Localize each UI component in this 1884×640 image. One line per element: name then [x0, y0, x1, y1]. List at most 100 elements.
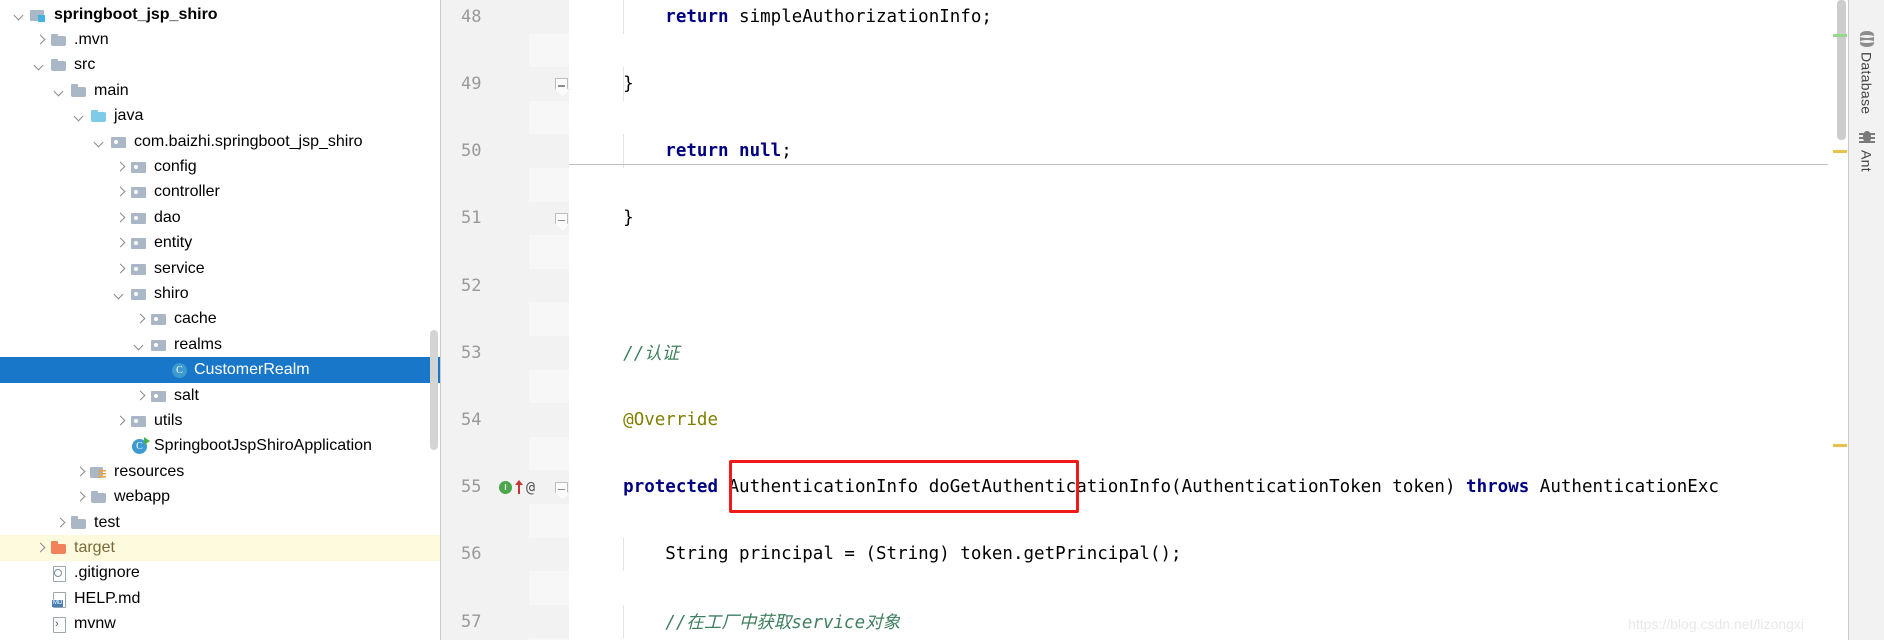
code-token: return — [665, 6, 729, 27]
code-line-52[interactable]: 52 — [441, 268, 1848, 303]
tree-item-utils[interactable]: utils — [0, 408, 440, 433]
tree-item-label: .mvn — [74, 31, 109, 49]
code-token: @Override — [623, 409, 718, 430]
tree-item-gitignore[interactable]: .gitignore — [0, 561, 440, 586]
no-chevron-spacer — [32, 616, 48, 632]
chevron-right-icon[interactable] — [112, 261, 128, 277]
chevron-down-icon[interactable] — [52, 83, 68, 99]
code-text[interactable]: //认证 — [569, 336, 1848, 370]
tree-item-cache[interactable]: cache — [0, 307, 440, 332]
chevron-down-icon[interactable] — [32, 57, 48, 73]
code-text[interactable] — [569, 269, 1848, 303]
code-line-56[interactable]: 56 String principal = (String) token.get… — [441, 537, 1848, 572]
tree-item-test[interactable]: test — [0, 510, 440, 535]
package-icon — [130, 235, 148, 251]
code-text[interactable]: } — [569, 202, 1848, 236]
editor-vertical-scrollbar[interactable] — [1837, 0, 1846, 640]
chevron-right-icon[interactable] — [112, 210, 128, 226]
code-text[interactable]: return simpleAuthorizationInfo; — [569, 0, 1848, 34]
tree-item-config[interactable]: config — [0, 154, 440, 179]
chevron-right-icon[interactable] — [112, 235, 128, 251]
tree-item-service[interactable]: service — [0, 256, 440, 281]
code-line-54[interactable]: 54 @Override — [441, 403, 1848, 437]
project-tree-list[interactable]: springboot_jsp_shiro .mvn src main java com.b… — [0, 2, 440, 640]
tree-item-help-md[interactable]: HELP.md — [0, 586, 440, 611]
code-token: String principal = (String) token.getPri… — [581, 544, 1182, 565]
fold-collapse-icon[interactable] — [555, 78, 569, 90]
no-chevron-spacer — [32, 591, 48, 607]
override-arrow-icon[interactable] — [514, 480, 524, 495]
chevron-right-icon[interactable] — [112, 413, 128, 429]
chevron-down-icon[interactable] — [92, 134, 108, 150]
tree-item-label: .gitignore — [74, 564, 140, 582]
tree-item-salt[interactable]: salt — [0, 383, 440, 408]
tree-item-controller[interactable]: controller — [0, 180, 440, 205]
tree-item-shiro[interactable]: shiro — [0, 281, 440, 306]
chevron-right-icon[interactable] — [72, 489, 88, 505]
package-icon — [150, 337, 168, 353]
code-line-49[interactable]: 49 } — [441, 67, 1848, 101]
line-number: 53 — [441, 335, 569, 370]
chevron-down-icon[interactable] — [12, 7, 28, 23]
tree-item-entity[interactable]: entity — [0, 231, 440, 256]
tree-item-realms[interactable]: realms — [0, 332, 440, 357]
no-chevron-spacer — [152, 362, 168, 378]
tree-item-java[interactable]: java — [0, 104, 440, 129]
tree-item-mvnw[interactable]: mvnw — [0, 611, 440, 636]
tree-item-main[interactable]: main — [0, 78, 440, 103]
tool-button-database[interactable]: Database — [1858, 30, 1876, 114]
marker-stripe-green — [1833, 34, 1847, 37]
tree-item-dao[interactable]: dao — [0, 205, 440, 230]
package-icon — [130, 210, 148, 226]
fold-collapse-icon[interactable] — [555, 212, 569, 224]
chevron-right-icon[interactable] — [132, 311, 148, 327]
project-tree-scrollbar[interactable] — [430, 330, 438, 450]
chevron-right-icon[interactable] — [112, 184, 128, 200]
tree-item-resources[interactable]: resources — [0, 459, 440, 484]
chevron-down-icon[interactable] — [132, 337, 148, 353]
gutter-icon-group[interactable]: I @ — [499, 470, 535, 504]
chevron-right-icon[interactable] — [32, 32, 48, 48]
right-tool-strip[interactable]: Database Ant — [1848, 0, 1884, 640]
implementing-method-icon[interactable]: I — [499, 480, 512, 494]
code-line-53[interactable]: 53 //认证 — [441, 335, 1848, 370]
tree-item-springbootjspshiroapplication[interactable]: C SpringbootJspShiroApplication — [0, 434, 440, 459]
tree-item-com-baizhi-springboot-jsp-shiro[interactable]: com.baizhi.springboot_jsp_shiro — [0, 129, 440, 154]
chevron-right-icon[interactable] — [72, 464, 88, 480]
tree-item-label: src — [74, 56, 96, 74]
tree-item-springboot-jsp-shiro[interactable]: springboot_jsp_shiro — [0, 2, 440, 27]
tree-item-target[interactable]: target — [0, 535, 440, 561]
code-text[interactable]: @Override — [569, 403, 1848, 437]
chevron-right-icon[interactable] — [112, 159, 128, 175]
chevron-right-icon[interactable] — [32, 540, 48, 556]
scrollbar-thumb[interactable] — [1837, 0, 1846, 140]
project-tool-window[interactable]: springboot_jsp_shiro .mvn src main java com.b… — [0, 0, 440, 640]
tool-button-ant[interactable]: Ant — [1858, 128, 1876, 172]
code-line-48[interactable]: 48 return simpleAuthorizationInfo; — [441, 0, 1848, 34]
code-content[interactable]: 48 return simpleAuthorizationInfo; 49 } 50… — [441, 0, 1848, 640]
watermark-text: https://blog.csdn.net/lizongxi — [1628, 616, 1804, 632]
chevron-right-icon[interactable] — [52, 515, 68, 531]
fold-collapse-icon[interactable] — [555, 481, 569, 493]
tree-item-label: config — [154, 158, 197, 176]
chevron-right-icon[interactable] — [132, 388, 148, 404]
code-text[interactable]: protected AuthenticationInfo doGetAuthen… — [569, 470, 1848, 504]
line-number: 48 — [441, 0, 569, 34]
tree-item-src[interactable]: src — [0, 53, 440, 78]
code-text[interactable]: return null; — [569, 134, 1848, 168]
annotation-at-icon[interactable]: @ — [526, 478, 535, 496]
tree-item-customerrealm[interactable]: C CustomerRealm — [0, 357, 440, 383]
code-line-50[interactable]: 50 return null; — [441, 134, 1848, 168]
chevron-down-icon[interactable] — [112, 286, 128, 302]
code-text[interactable]: } — [569, 67, 1848, 101]
database-icon — [1858, 30, 1876, 48]
no-chevron-spacer — [112, 438, 128, 454]
code-line-55[interactable]: 55 I @ protected AuthenticationInfo doGetA… — [441, 470, 1848, 504]
chevron-down-icon[interactable] — [72, 108, 88, 124]
code-text[interactable]: String principal = (String) token.getPri… — [569, 537, 1848, 572]
code-editor[interactable]: 48 return simpleAuthorizationInfo; 49 } 50… — [440, 0, 1848, 640]
code-line-51[interactable]: 51 } — [441, 201, 1848, 236]
tree-item-webapp[interactable]: webapp — [0, 484, 440, 509]
tree-item-mvn[interactable]: .mvn — [0, 27, 440, 52]
